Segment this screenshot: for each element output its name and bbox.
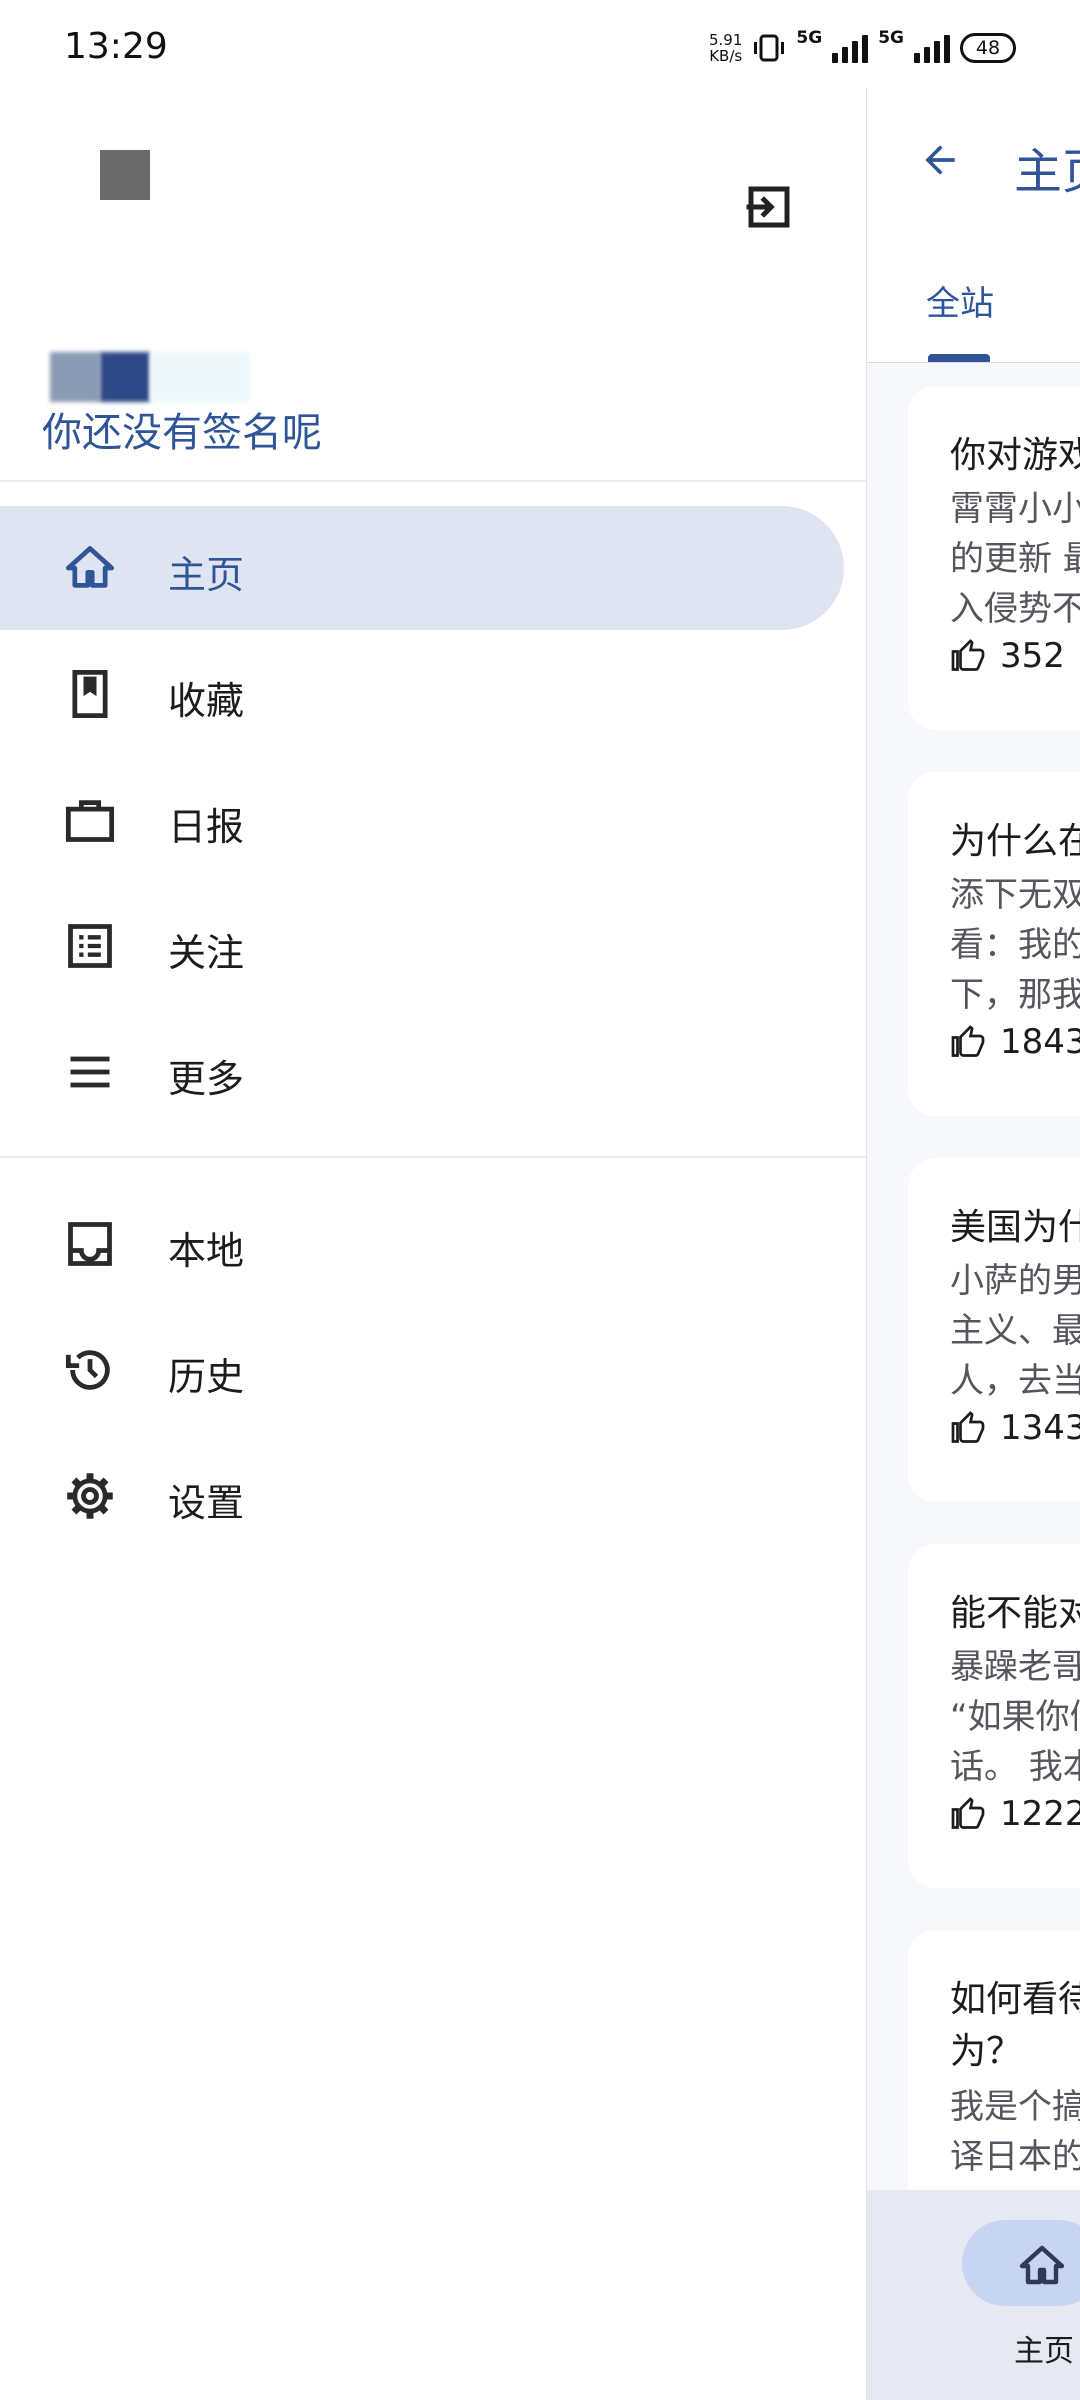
nav-item-more[interactable]: 更多 [0, 1010, 844, 1134]
divider [0, 1156, 866, 1158]
bottom-nav-home-label: 主页 [1014, 2334, 1074, 2369]
card-title: 如何看待 [950, 1979, 1080, 2020]
logout-icon[interactable] [742, 180, 796, 234]
main-header: 主页 全站 [866, 96, 1080, 363]
card-excerpt: 暴躁老哥“如果你们话。 我本 [950, 1647, 1080, 1787]
home-icon[interactable] [1018, 2242, 1066, 2290]
thumb-up-icon [951, 1025, 985, 1057]
inbox-icon [68, 1222, 112, 1266]
nav-item-label: 收藏 [168, 679, 245, 723]
nav-item-label: 更多 [168, 1057, 245, 1101]
card-title: 你对游戏 [950, 435, 1080, 476]
nav-item-home[interactable]: 主页 [0, 506, 844, 630]
card-likes: 1843 [950, 1022, 1080, 1062]
list-icon [68, 924, 112, 968]
thumb-up-icon [951, 1797, 985, 1829]
tab-indicator [928, 354, 990, 362]
nav-item-local[interactable]: 本地 [0, 1182, 844, 1306]
sim1-5g-label: 5G [796, 28, 823, 48]
bottom-nav: 主页 [866, 2190, 1080, 2400]
nav-item-favorites[interactable]: 收藏 [0, 632, 844, 756]
signal-icon [832, 33, 869, 63]
divider [0, 480, 866, 482]
card-title: 为什么在 [950, 821, 1080, 862]
nav-item-settings[interactable]: 设置 [0, 1434, 844, 1558]
briefcase-icon [65, 800, 115, 842]
status-bar: 13:29 5.91 KB/s 5G 5G 48 [0, 0, 1080, 96]
thumb-up-icon [951, 1411, 985, 1443]
status-icons: 5.91 KB/s 5G 5G 48 [709, 28, 1016, 68]
avatar[interactable] [100, 150, 150, 200]
feed-card[interactable]: 美国为什 小萨的男主义、最人，去当 13431 [908, 1158, 1080, 1502]
tab-all-site[interactable]: 全站 [926, 276, 994, 325]
nav-item-label: 主页 [168, 553, 245, 597]
nav-item-history[interactable]: 历史 [0, 1308, 844, 1432]
gear-icon [67, 1473, 113, 1519]
card-title-line2: 为？ [950, 2031, 1023, 2072]
bookmark-book-icon [72, 669, 108, 719]
home-icon [65, 546, 115, 588]
main-page: 主页 全站 你对游戏 霄霄小小的更新 最入侵势不 352 为什么在 添下无双看：… [866, 96, 1080, 2400]
back-arrow-icon[interactable] [918, 138, 962, 182]
nav-item-label: 日报 [168, 805, 245, 849]
sim2-5g-label: 5G [878, 28, 904, 48]
thumb-up-icon [951, 639, 985, 671]
feed-card[interactable]: 如何看待 为？ 我是个搞 译日本的 [908, 1930, 1080, 2230]
nav-item-label: 关注 [168, 931, 245, 975]
navigation-drawer: 你还没有签名呢 主页 收藏 日报 关注 更多 本地 历史 设置 [0, 88, 867, 2400]
nav-item-daily[interactable]: 日报 [0, 758, 844, 882]
nav-item-label: 历史 [168, 1355, 245, 1399]
card-excerpt: 小萨的男 主义、最 人，去当 [950, 1261, 1080, 1401]
page-title: 主页 [1014, 144, 1080, 200]
menu-icon [70, 1056, 110, 1088]
card-likes: 13431 [950, 1408, 1080, 1448]
card-likes: 12228 [950, 1794, 1080, 1834]
card-excerpt: 我是个搞 译日本的 [950, 2087, 1080, 2177]
card-excerpt: 霄霄小小 的更新 最入侵势不 [950, 489, 1080, 629]
vibrate-icon [754, 34, 785, 62]
history-icon [65, 1350, 110, 1390]
signature-text[interactable]: 你还没有签名呢 [42, 400, 322, 458]
status-time: 13:29 [64, 26, 168, 67]
feed-card[interactable]: 你对游戏 霄霄小小 的更新 最入侵势不 352 [908, 386, 1080, 730]
feed-card[interactable]: 为什么在 添下无双 看：我的 下，那我 1843 [908, 772, 1080, 1116]
nav-item-label: 本地 [168, 1229, 245, 1273]
feed-card[interactable]: 能不能对 暴躁老哥“如果你们话。 我本 12228 [908, 1544, 1080, 1888]
network-speed: 5.91 KB/s [709, 31, 743, 65]
nav-item-label: 设置 [168, 1481, 245, 1525]
battery-icon: 48 [960, 33, 1016, 63]
card-title: 美国为什 [950, 1207, 1080, 1248]
signal-icon [914, 33, 950, 63]
nav-item-following[interactable]: 关注 [0, 884, 844, 1008]
card-likes: 352 [950, 636, 1065, 676]
card-excerpt: 添下无双 看：我的 下，那我 [950, 875, 1080, 1015]
card-title: 能不能对 [950, 1593, 1080, 1634]
